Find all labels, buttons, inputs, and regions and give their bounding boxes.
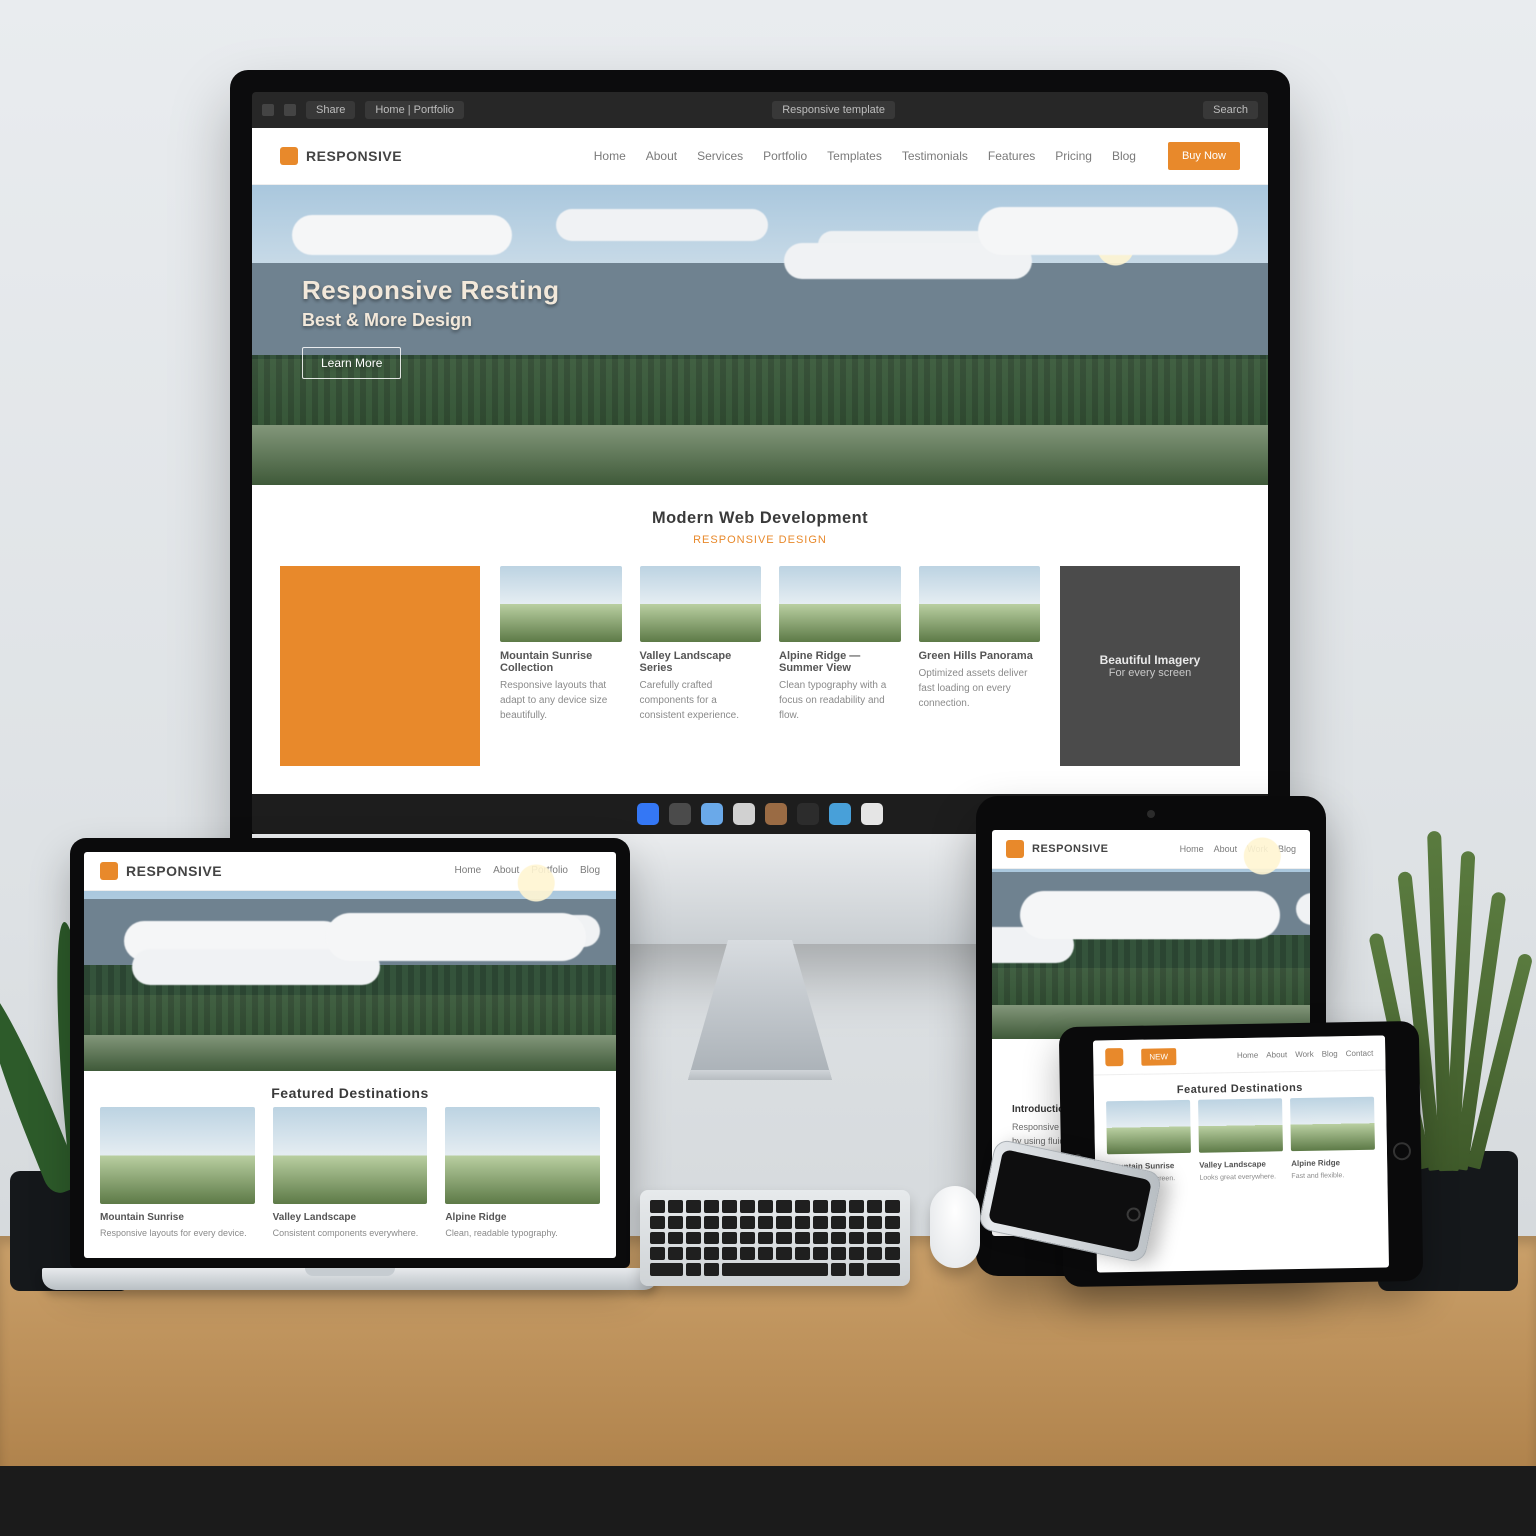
nav-link[interactable]: Services [697, 149, 743, 163]
dock-app-icon[interactable] [797, 803, 819, 825]
feature-card[interactable]: Alpine Ridge Fast and flexible. [1290, 1097, 1375, 1182]
card-text: Responsive layouts for every device. [100, 1227, 255, 1241]
card-thumbnail [919, 566, 1041, 642]
section-title: Featured Destinations [84, 1071, 616, 1103]
feature-card[interactable]: Alpine Ridge — Summer View Clean typogra… [779, 566, 901, 766]
feature-card[interactable]: Valley Landscape Consistent components e… [273, 1107, 428, 1240]
home-button-icon[interactable] [1125, 1206, 1142, 1223]
feature-card[interactable]: Mountain Sunrise Responsive layouts for … [100, 1107, 255, 1240]
macbook-device: RESPONSIVE Home About Portfolio Blog Fea… [70, 838, 630, 1290]
card-title: Alpine Ridge [1291, 1157, 1375, 1167]
home-button-icon[interactable] [1393, 1142, 1411, 1160]
feature-card[interactable]: Mountain Sunrise Collection Responsive l… [500, 566, 622, 766]
card-title: Valley Landscape [273, 1212, 428, 1223]
os-menu-bar: Share Home | Portfolio Responsive templa… [252, 92, 1268, 128]
app-menu-icon[interactable] [284, 104, 296, 116]
card-title: Green Hills Panorama [919, 650, 1041, 662]
website-laptop: RESPONSIVE Home About Portfolio Blog Fea… [84, 852, 616, 1258]
card-text: Responsive layouts that adapt to any dev… [500, 678, 622, 723]
search-field[interactable]: Search [1203, 101, 1258, 119]
cta-button[interactable]: Buy Now [1168, 142, 1240, 170]
menubar-item[interactable]: Share [306, 101, 355, 119]
hero-button[interactable]: Learn More [302, 347, 401, 379]
aside-title: Beautiful Imagery [1076, 653, 1224, 667]
accent-tile[interactable] [280, 566, 480, 766]
card-text: Clean, readable typography. [445, 1227, 600, 1241]
camera-icon [1147, 810, 1155, 818]
nav-link[interactable]: Templates [827, 149, 882, 163]
section-subtitle: RESPONSIVE DESIGN [252, 534, 1268, 546]
logo-mark-icon [280, 147, 298, 165]
new-badge: NEW [1141, 1048, 1176, 1066]
card-title: Valley Landscape Series [640, 650, 762, 674]
brand-name: RESPONSIVE [306, 148, 402, 164]
card-row: Mountain Sunrise Collection Responsive l… [252, 562, 1268, 794]
mouse[interactable] [930, 1186, 980, 1268]
feature-card[interactable]: Valley Landscape Looks great everywhere. [1198, 1098, 1283, 1183]
website-desktop: RESPONSIVE Home About Services Portfolio… [252, 128, 1268, 794]
dock-app-icon[interactable] [765, 803, 787, 825]
dock-app-icon[interactable] [829, 803, 851, 825]
feature-card[interactable]: Alpine Ridge Clean, readable typography. [445, 1107, 600, 1240]
card-title: Mountain Sunrise [100, 1212, 255, 1223]
card-text: Carefully crafted components for a consi… [640, 678, 762, 723]
nav-links: Home About Services Portfolio Templates … [594, 149, 1136, 163]
nav-link[interactable]: About [646, 149, 677, 163]
nav-link[interactable]: Contact [1346, 1048, 1374, 1057]
dock-app-icon[interactable] [861, 803, 883, 825]
nav-link[interactable]: Home [594, 149, 626, 163]
nav-link[interactable]: Blog [1322, 1049, 1338, 1058]
aside-panel[interactable]: Beautiful Imagery For every screen [1060, 566, 1240, 766]
aside-subtitle: For every screen [1076, 667, 1224, 679]
card-title: Valley Landscape [1199, 1159, 1283, 1169]
nav-link[interactable]: Features [988, 149, 1035, 163]
site-logo[interactable] [1105, 1048, 1123, 1066]
card-thumbnail [779, 566, 901, 642]
browser-tab[interactable]: Home | Portfolio [365, 101, 464, 119]
hero-title: Responsive Resting [302, 275, 560, 306]
nav-link[interactable]: Blog [1112, 149, 1136, 163]
site-logo[interactable]: RESPONSIVE [280, 147, 402, 165]
card-thumbnail [640, 566, 762, 642]
feature-card[interactable]: Valley Landscape Series Carefully crafte… [640, 566, 762, 766]
dock-app-icon[interactable] [733, 803, 755, 825]
site-navbar: RESPONSIVE Home About Services Portfolio… [252, 128, 1268, 185]
dock-app-icon[interactable] [701, 803, 723, 825]
card-text: Looks great everywhere. [1199, 1172, 1283, 1184]
site-navbar: NEW Home About Work Blog Contact [1093, 1035, 1386, 1075]
card-text: Fast and flexible. [1291, 1170, 1375, 1182]
hero-section: Responsive Resting Best & More Design Le… [252, 185, 1268, 485]
keyboard[interactable] [640, 1190, 910, 1286]
dock-app-icon[interactable] [637, 803, 659, 825]
card-title: Alpine Ridge — Summer View [779, 650, 901, 674]
apple-menu-icon[interactable] [262, 104, 274, 116]
feature-card[interactable]: Green Hills Panorama Optimized assets de… [919, 566, 1041, 766]
card-thumbnail [500, 566, 622, 642]
nav-link[interactable]: About [1266, 1050, 1287, 1059]
nav-link[interactable]: Work [1295, 1049, 1314, 1058]
nav-link[interactable]: Home [1237, 1050, 1258, 1059]
section-title: Modern Web Development [252, 485, 1268, 534]
card-text: Optimized assets deliver fast loading on… [919, 666, 1041, 711]
card-text: Consistent components everywhere. [273, 1227, 428, 1241]
hero-subtitle: Best & More Design [302, 310, 560, 331]
dock-app-icon[interactable] [669, 803, 691, 825]
nav-link[interactable]: Testimonials [902, 149, 968, 163]
window-title: Responsive template [772, 101, 895, 119]
nav-link[interactable]: Portfolio [763, 149, 807, 163]
card-title: Mountain Sunrise Collection [500, 650, 622, 674]
logo-mark-icon [1105, 1048, 1123, 1066]
nav-link[interactable]: Pricing [1055, 149, 1092, 163]
card-title: Alpine Ridge [445, 1212, 600, 1223]
card-text: Clean typography with a focus on readabi… [779, 678, 901, 723]
